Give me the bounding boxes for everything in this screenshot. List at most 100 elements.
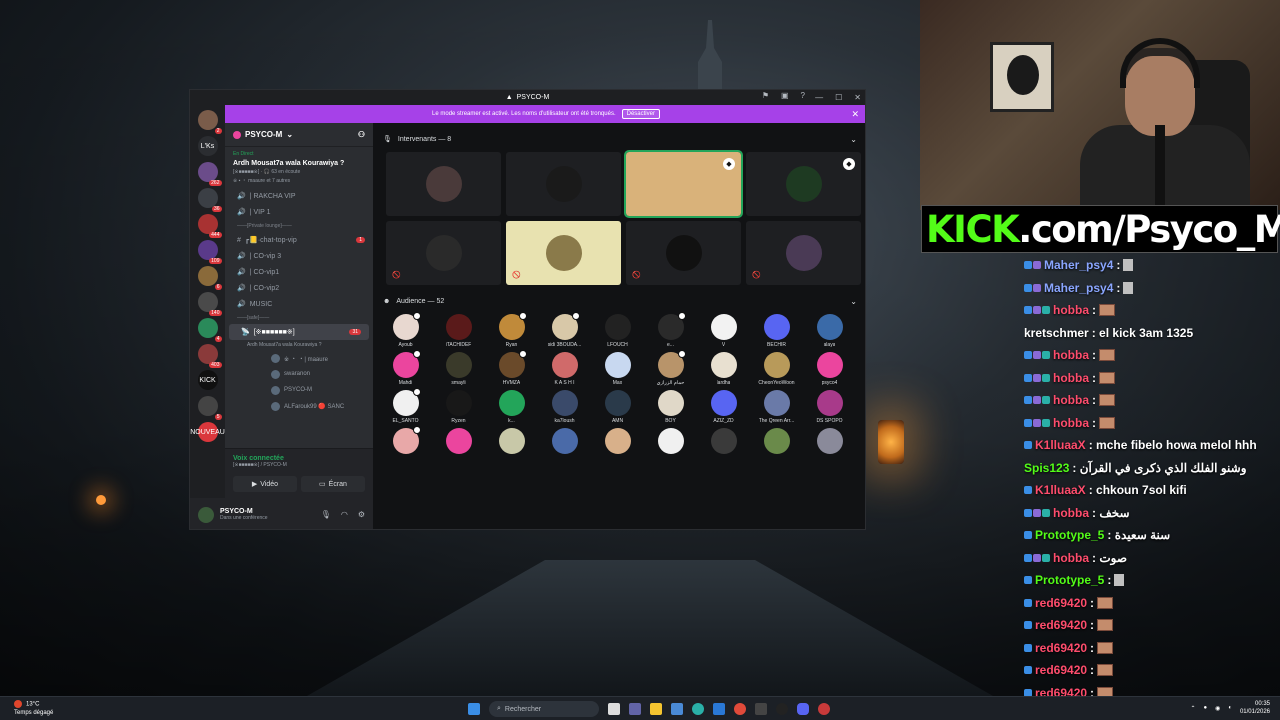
server-icon[interactable]: 403 [197, 344, 222, 368]
banner-close-icon[interactable]: ✕ [851, 109, 859, 120]
screen-icon[interactable]: ▣ [781, 91, 789, 100]
headphones-icon[interactable]: ◠ [341, 510, 348, 519]
chat-username[interactable]: Maher_psy4 [1044, 279, 1113, 297]
audience-member[interactable]: DS SPOPO [803, 390, 856, 424]
video-button[interactable]: ▶ Vidéo [233, 476, 297, 492]
server-icon[interactable]: 109 [197, 240, 222, 264]
channel-item[interactable]: 🔊 MUSIC [225, 296, 373, 312]
audience-member[interactable]: Max [591, 352, 644, 386]
channel-item[interactable]: 📡 [※■■■■■■※] 31 [229, 324, 369, 340]
chevron-down-icon[interactable]: ⌄ [850, 297, 857, 306]
chat-username[interactable]: hobba [1053, 549, 1089, 567]
chat-username[interactable]: kretschmer [1024, 324, 1089, 342]
chevron-down-icon[interactable]: ⌄ [850, 135, 857, 144]
chat-username[interactable]: K1lluaaX [1035, 436, 1086, 454]
server-icon[interactable]: NOUVEAU [190, 422, 225, 442]
audience-member[interactable] [644, 428, 697, 456]
voice-user[interactable]: ※ ・ ・| maaure [225, 350, 373, 366]
minimize-button[interactable]: — [815, 93, 823, 102]
audience-member[interactable]: Mahdi [379, 350, 432, 386]
audience-member[interactable]: K A S H I [538, 352, 591, 386]
audience-member[interactable]: BECHIR [750, 314, 803, 348]
chat-username[interactable]: red69420 [1035, 594, 1087, 612]
audience-member[interactable] [591, 428, 644, 456]
channel-item[interactable]: # ┏📒·chat-top-vip 1 [225, 232, 373, 248]
speaker-tile[interactable]: ◆ [746, 152, 861, 216]
chat-username[interactable]: hobba [1053, 391, 1089, 409]
audience-member[interactable]: LFOUCH [591, 314, 644, 348]
speaker-tile[interactable]: 🚫 [506, 221, 621, 285]
audience-member[interactable] [697, 428, 750, 456]
audience-member[interactable]: e... [644, 312, 697, 348]
audience-member[interactable] [379, 426, 432, 456]
settings-gear-icon[interactable]: ⚙ [358, 510, 365, 519]
server-header[interactable]: PSYCO-M ⌄ ⚇ [225, 123, 373, 147]
chevron-up-icon[interactable]: ⌃ [1190, 705, 1195, 712]
taskbar-search[interactable]: ⌕ Rechercher [489, 701, 599, 717]
server-icon[interactable]: 36 [197, 188, 222, 212]
inbox-icon[interactable]: ⚑ [762, 91, 769, 100]
discord-icon[interactable] [797, 703, 809, 715]
server-icon[interactable]: L'Ks [197, 136, 218, 156]
file-explorer-icon[interactable] [650, 703, 662, 715]
audience-member[interactable]: Ayoub [379, 312, 432, 348]
audience-member[interactable]: HVMZA [485, 350, 538, 386]
maximize-button[interactable]: ☐ [835, 93, 842, 102]
edge-icon[interactable] [692, 703, 704, 715]
volume-icon[interactable]: ◐ [1228, 705, 1232, 711]
speaker-tile[interactable]: 🚫 [386, 221, 501, 285]
close-button[interactable]: ✕ [854, 93, 861, 102]
audience-member[interactable] [803, 428, 856, 456]
chat-username[interactable]: Prototype_5 [1035, 526, 1104, 544]
audience-member[interactable]: ka7loush [538, 390, 591, 424]
chat-username[interactable]: red69420 [1035, 639, 1087, 657]
audience-member[interactable]: AMN [591, 390, 644, 424]
audience-member[interactable]: EL_SANTO [379, 388, 432, 424]
audience-member[interactable] [750, 428, 803, 456]
teams-icon[interactable] [629, 703, 641, 715]
speaker-tile[interactable]: 🚫 [626, 221, 741, 285]
channel-item[interactable]: 🔊 | CO-vip 3 [225, 248, 373, 264]
network-icon[interactable]: ◉ [1215, 705, 1220, 712]
audience-member[interactable]: iTACHIDEF [432, 314, 485, 348]
server-icon[interactable]: KICK [197, 370, 218, 390]
channel-item[interactable]: 🔊 | CO-vip2 [225, 280, 373, 296]
server-icon[interactable]: 140 [197, 292, 222, 316]
channel-item[interactable]: 🔊 | RAKCHA VIP [225, 188, 373, 204]
server-icon[interactable]: 4 [197, 318, 222, 342]
audience-member[interactable]: lardha [697, 352, 750, 386]
chrome-icon[interactable] [734, 703, 746, 715]
audience-member[interactable]: sidi 3BOUDA... [538, 312, 591, 348]
microphone-icon[interactable]: 🎙 [321, 510, 331, 519]
screen-share-button[interactable]: ▭ Écran [301, 476, 365, 492]
audience-member[interactable]: smayli [432, 352, 485, 386]
store-icon[interactable] [671, 703, 683, 715]
chat-username[interactable]: hobba [1053, 414, 1089, 432]
audience-header[interactable]: ☻ Audience — 52 ⌄ [373, 292, 865, 310]
audience-member[interactable]: CheonYeoWoon [750, 352, 803, 386]
speaker-tile[interactable] [506, 152, 621, 216]
audience-member[interactable] [432, 428, 485, 456]
chat-username[interactable]: K1lluaaX [1035, 481, 1086, 499]
server-icon[interactable]: 5 [197, 396, 222, 420]
chat-username[interactable]: hobba [1053, 346, 1089, 364]
task-view-icon[interactable] [608, 703, 620, 715]
voice-user[interactable]: ALFarouk99 🔴 SANC [225, 398, 373, 414]
server-icon[interactable]: 2 [197, 110, 222, 134]
audience-member[interactable]: V [697, 314, 750, 348]
speakers-header[interactable]: 🎙 Intervenants — 8 ⌄ [373, 130, 865, 148]
audience-member[interactable]: psyco4 [803, 352, 856, 386]
channel-item[interactable]: 🔊 | CO-vip1 [225, 264, 373, 280]
mail-icon[interactable] [713, 703, 725, 715]
game-icon[interactable] [818, 703, 830, 715]
live-stage-card[interactable]: En Direct Ardh Mousat7a wala Kourawiya ?… [225, 147, 373, 188]
chat-username[interactable]: red69420 [1035, 661, 1087, 679]
chat-username[interactable]: Maher_psy4 [1044, 256, 1113, 274]
speaker-tile[interactable]: ◆ [624, 150, 743, 218]
chat-username[interactable]: hobba [1053, 301, 1089, 319]
chat-username[interactable]: hobba [1053, 504, 1089, 522]
help-icon[interactable]: ? [801, 91, 805, 100]
channel-item[interactable]: 🔊 | VIP 1 [225, 204, 373, 220]
server-icon[interactable]: 444 [197, 214, 222, 238]
speaker-tile[interactable]: 🚫 [746, 221, 861, 285]
